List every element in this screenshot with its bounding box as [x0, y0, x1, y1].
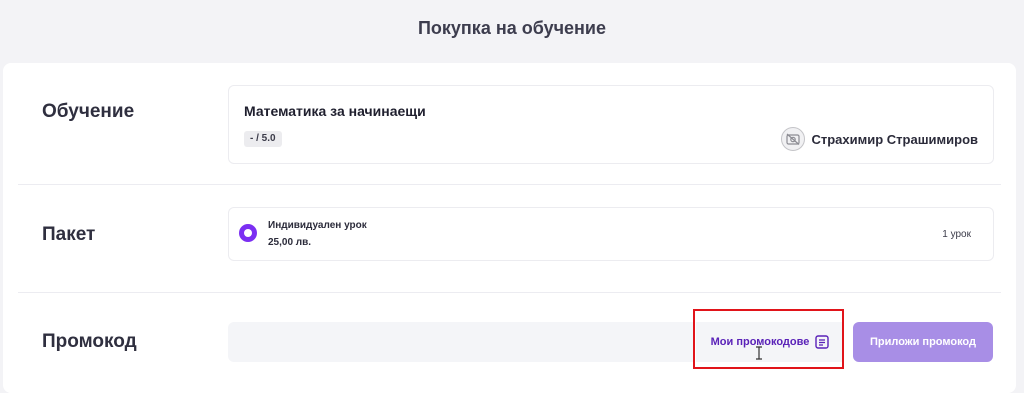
divider [18, 292, 1001, 293]
avatar-placeholder-icon [781, 127, 806, 151]
package-radio[interactable] [239, 224, 257, 242]
teacher-name: Страхимир Страшимиров [811, 131, 978, 147]
package-label: Пакет [42, 224, 96, 245]
text-cursor-icon [755, 346, 763, 365]
promo-label: Промокод [42, 331, 137, 352]
promo-code-input[interactable] [228, 322, 695, 362]
package-option[interactable]: Индивидуален урок 25,00 лв. 1 урок [228, 207, 994, 261]
teacher-info[interactable]: Страхимир Страшимиров [781, 127, 978, 151]
course-panel[interactable]: Математика за начинаещи - / 5.0 Страхими… [228, 85, 994, 164]
rating-badge: - / 5.0 [244, 131, 282, 147]
page-title: Покупка на обучение [417, 18, 607, 38]
list-icon [815, 335, 830, 349]
package-name: Индивидуален урок [268, 220, 367, 231]
package-price: 25,00 лв. [268, 237, 312, 248]
training-label: Обучение [42, 101, 135, 122]
my-promo-codes-button[interactable]: Мои промокодове [696, 322, 844, 362]
course-title: Математика за начинаещи [244, 103, 426, 119]
package-lessons: 1 урок [942, 229, 971, 240]
apply-promo-button[interactable]: Приложи промокод [853, 322, 993, 362]
divider [18, 184, 1001, 185]
